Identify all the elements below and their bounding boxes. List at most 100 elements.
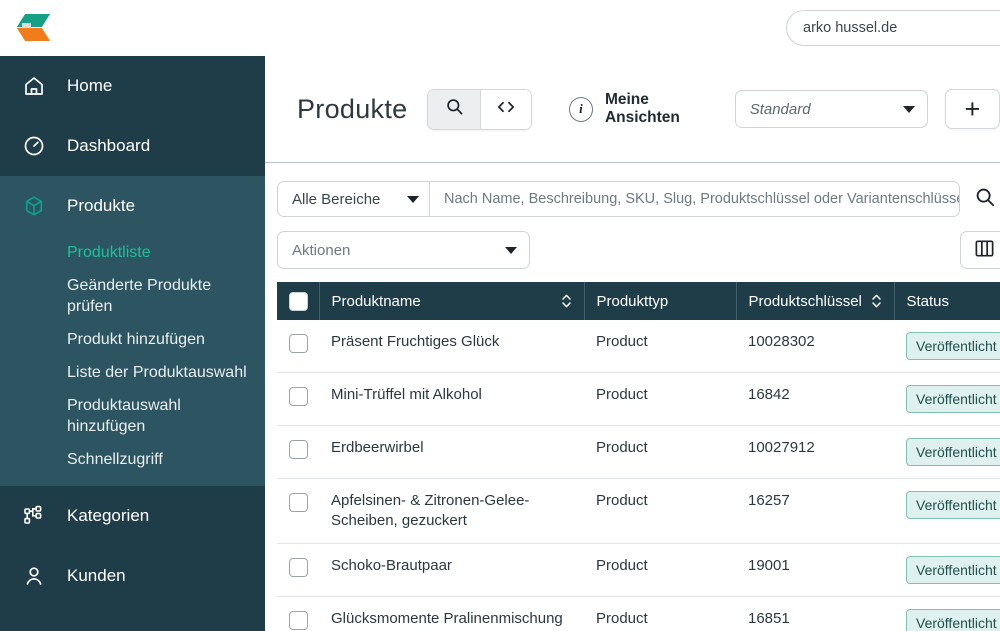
cell-produktname: Glücksmomente Pralinenmischung mit und o… (319, 596, 584, 631)
sidebar-item-produkte[interactable]: Produkte (0, 176, 265, 236)
logo-bottom-shape (16, 28, 51, 41)
add-view-button[interactable]: + (944, 89, 1000, 129)
table-row[interactable]: Mini-Trüffel mit Alkohol Product 16842 V… (277, 372, 1000, 426)
browser-topbar: arko hussel.de (0, 0, 1000, 56)
scope-select[interactable]: Alle Bereiche (277, 181, 429, 217)
view-select-value: Standard (749, 100, 811, 118)
row-checkbox[interactable] (289, 492, 308, 512)
search-icon (974, 186, 996, 213)
view-select[interactable]: Standard (734, 90, 928, 128)
row-checkbox[interactable] (289, 333, 308, 353)
status-badge: Veröffentlicht (906, 438, 1000, 466)
select-all-checkbox[interactable] (289, 291, 308, 311)
cell-produktschluessel: 10028302 (736, 320, 894, 373)
table-row[interactable]: Erdbeerwirbel Product 10027912 Veröffent… (277, 425, 1000, 479)
chevron-down-icon (505, 246, 517, 254)
row-checkbox[interactable] (289, 386, 308, 406)
table-header-row: Produktname Produkttyp Produktschlüssel … (277, 282, 1000, 320)
sidebar-item-kategorien[interactable]: Kategorien (0, 486, 265, 546)
column-header-produktname[interactable]: Produktname (319, 282, 585, 320)
my-views-group: i Meine Ansichten Standard (568, 90, 928, 128)
code-brackets-icon (495, 98, 517, 121)
cell-produktname: Präsent Fruchtiges Glück (319, 320, 584, 373)
table-body: Präsent Fruchtiges Glück Product 1002830… (277, 320, 1000, 631)
info-icon[interactable]: i (568, 96, 593, 122)
columns-icon (975, 239, 994, 261)
sidebar-subitem-produktauswahl-hinzufugen[interactable]: Produktauswahl hinzufügen (0, 389, 265, 443)
actions-row: Aktionen Tabelle (265, 217, 1000, 269)
sidebar-item-home[interactable]: Home (0, 56, 265, 116)
sidebar-item-label: Dashboard (67, 136, 151, 155)
row-select-cell[interactable] (277, 372, 319, 426)
sidebar-item-label: Produkte (67, 196, 136, 215)
main-content: Produkte i Meine Ansichten Standard + Al… (265, 56, 1000, 631)
sidebar-subitem-label: Produktliste (67, 244, 151, 261)
search-input[interactable]: Nach Name, Beschreibung, SKU, Slug, Prod… (429, 181, 960, 217)
row-checkbox[interactable] (289, 610, 308, 630)
column-header-select-all[interactable] (277, 282, 320, 320)
url-input[interactable]: arko hussel.de (786, 10, 1000, 46)
user-icon (18, 563, 50, 589)
cell-produkttyp: Product (584, 320, 736, 373)
row-select-cell[interactable] (277, 478, 319, 544)
products-table-wrapper: Produktname Produkttyp Produktschlüssel … (265, 282, 1000, 631)
row-select-cell[interactable] (277, 596, 319, 631)
table-settings-button[interactable]: Tabelle (960, 231, 1000, 269)
column-header-produkttyp[interactable]: Produkttyp (584, 282, 737, 320)
sidebar-subitem-label: Liste der Produktauswahl (67, 364, 247, 381)
app-logo[interactable] (16, 10, 53, 46)
status-badge: Veröffentlicht (906, 491, 1000, 519)
cube-icon (18, 193, 50, 219)
search-view-toggle[interactable] (428, 89, 480, 129)
sidebar-subitem-produkt-hinzufugen[interactable]: Produkt hinzufügen (0, 323, 265, 356)
search-submit-button[interactable] (970, 184, 1000, 214)
view-mode-toggle-group (427, 88, 532, 130)
sort-icon[interactable] (871, 293, 882, 309)
column-label: Produktschlüssel (748, 292, 862, 310)
row-checkbox[interactable] (289, 439, 308, 459)
code-view-toggle[interactable] (479, 89, 531, 129)
cell-produkttyp: Product (584, 543, 736, 597)
status-badge: Veröffentlicht (906, 332, 1000, 360)
table-row[interactable]: Apfelsinen- & Zitronen-Gelee-Scheiben, g… (277, 478, 1000, 544)
status-badge: Veröffentlicht (906, 609, 1000, 631)
column-header-status[interactable]: Status (894, 282, 1000, 320)
sidebar-group-produkte: Produkte Produktliste Geänderte Produkte… (0, 176, 265, 486)
cell-produktschluessel: 16851 (736, 596, 894, 631)
table-row[interactable]: Präsent Fruchtiges Glück Product 1002830… (277, 320, 1000, 373)
sidebar-subnav-produkte: Produktliste Geänderte Produkte prüfen P… (0, 236, 265, 486)
sidebar-subitem-schnellzugriff[interactable]: Schnellzugriff (0, 443, 265, 476)
cell-status: Veröffentlicht (894, 372, 1000, 426)
chevron-down-icon (902, 105, 915, 113)
cell-produkttyp: Product (584, 425, 736, 479)
sidebar-subitem-produktliste[interactable]: Produktliste (0, 236, 265, 269)
sidebar-item-label: Kunden (67, 566, 126, 585)
cell-produkttyp: Product (584, 478, 736, 544)
table-row[interactable]: Glücksmomente Pralinenmischung mit und o… (277, 596, 1000, 631)
sidebar-subitem-geanderte-produkte-prufen[interactable]: Geänderte Produkte prüfen (0, 269, 265, 323)
row-select-cell[interactable] (277, 543, 319, 597)
cell-produktschluessel: 19001 (736, 543, 894, 597)
chevron-down-icon (407, 195, 419, 203)
row-select-cell[interactable] (277, 425, 319, 479)
status-badge: Veröffentlicht (906, 556, 1000, 584)
sort-icon[interactable] (561, 293, 572, 309)
sidebar-item-label: Kategorien (67, 506, 150, 525)
sidebar-subitem-label: Produkt hinzufügen (67, 331, 205, 348)
scope-select-value: Alle Bereiche (292, 190, 381, 208)
row-select-cell[interactable] (277, 320, 319, 373)
page-header: Produkte i Meine Ansichten Standard + (265, 56, 1000, 163)
sidebar-subitem-liste-der-produktauswahl[interactable]: Liste der Produktauswahl (0, 356, 265, 389)
home-icon (18, 73, 50, 99)
cell-status: Veröffentlicht (894, 320, 1000, 373)
sidebar-item-kunden[interactable]: Kunden (0, 546, 265, 606)
actions-select[interactable]: Aktionen (277, 231, 530, 269)
sidebar-subitem-label: Produktauswahl hinzufügen (67, 397, 181, 435)
column-label: Produktname (331, 292, 421, 310)
column-header-produktschluessel[interactable]: Produktschlüssel (736, 282, 895, 320)
hierarchy-icon (18, 503, 50, 529)
table-header: Produktname Produkttyp Produktschlüssel … (277, 282, 1000, 320)
sidebar-item-dashboard[interactable]: Dashboard (0, 116, 265, 176)
table-row[interactable]: Schoko-Brautpaar Product 19001 Veröffent… (277, 543, 1000, 597)
row-checkbox[interactable] (289, 557, 308, 577)
